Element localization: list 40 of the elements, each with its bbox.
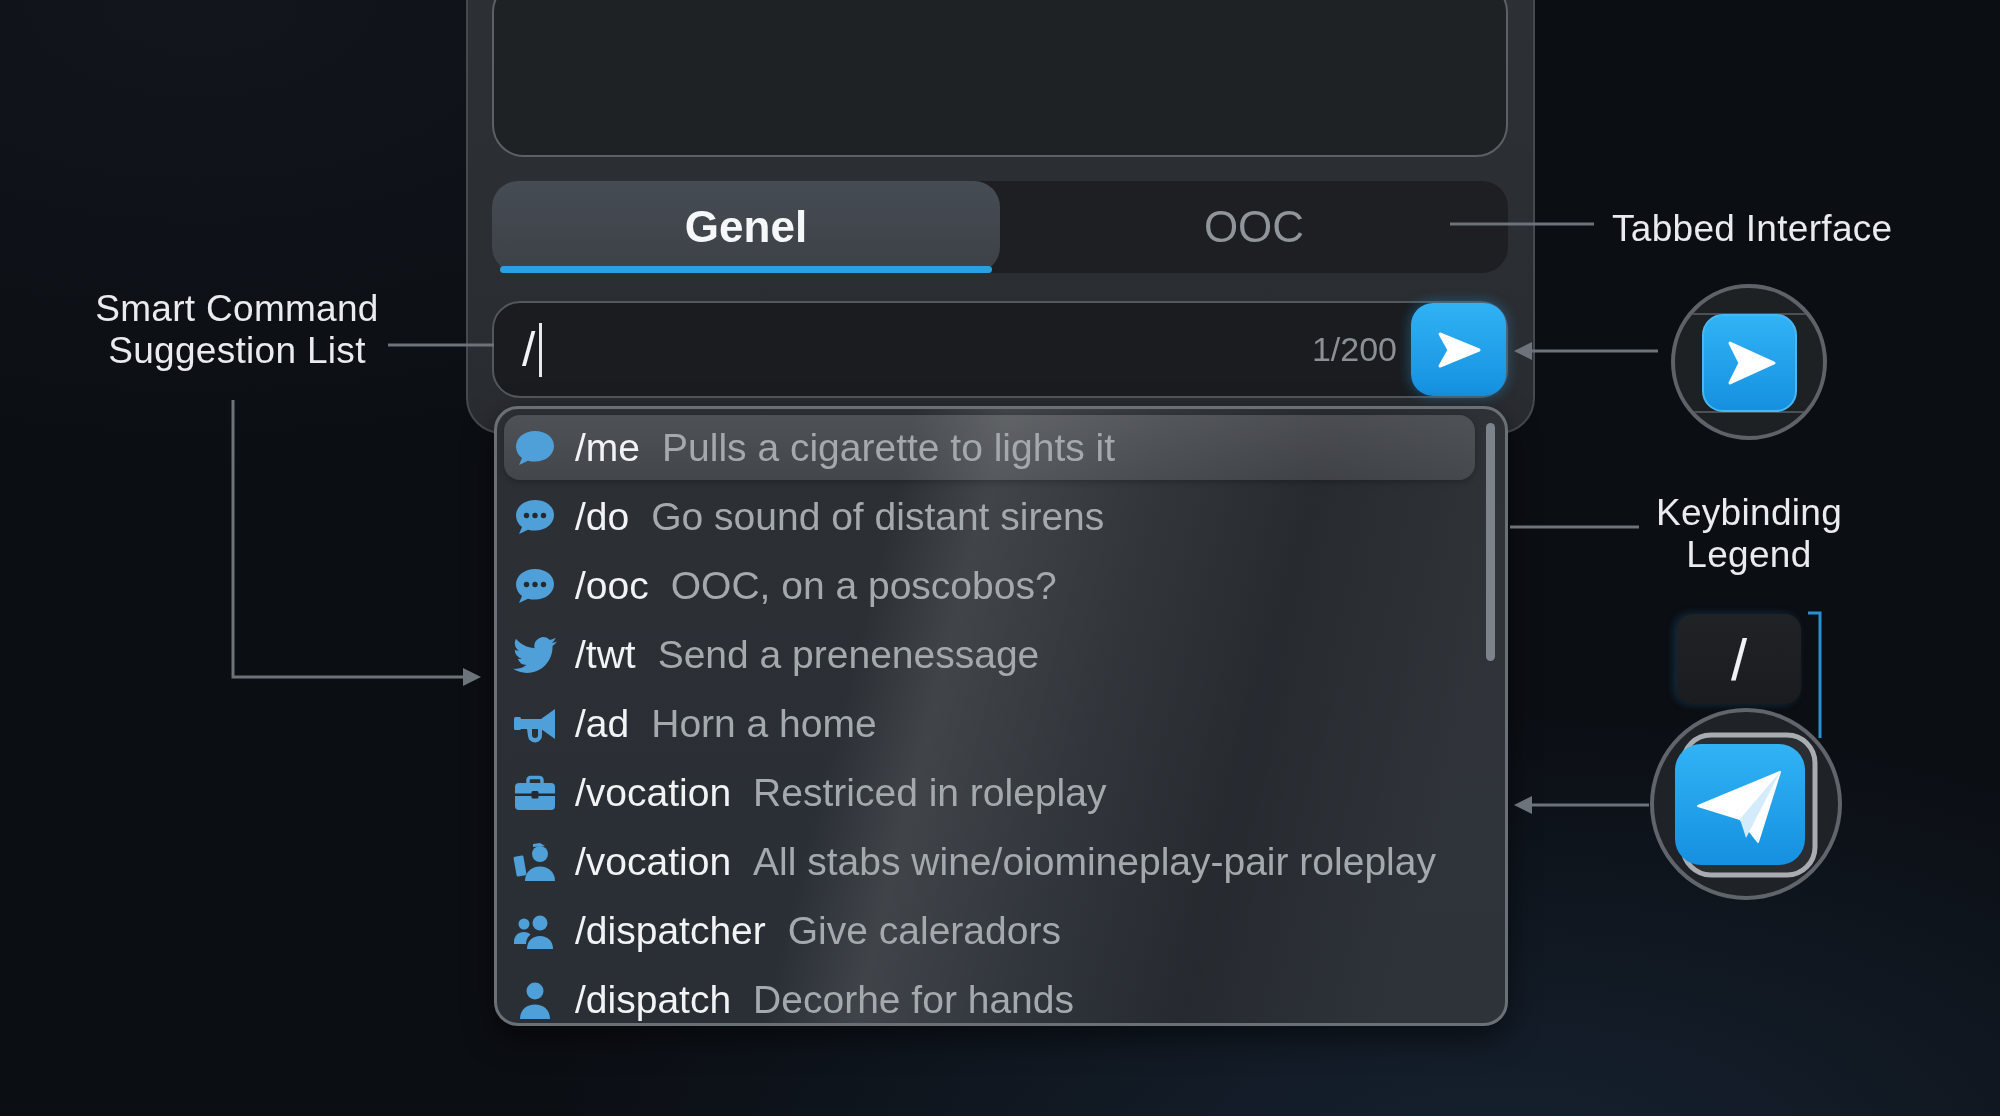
suggestion-item[interactable]: /vocation All stabs wine/oiomineplay-pair roleplay <box>504 829 1475 894</box>
suggestion-item[interactable]: /dispatcher Give caleradors <box>504 898 1475 963</box>
command-description: OOC, on a poscobos? <box>670 563 1057 608</box>
command-description: Pulls a cigarette to lights it <box>662 425 1116 470</box>
command-name: /ad <box>575 701 630 746</box>
command-name: /do <box>575 494 630 539</box>
callout-label: Tabbed Interface <box>1612 208 1894 250</box>
text-cursor-icon <box>539 322 543 377</box>
character-counter: 1/200 <box>1311 330 1397 369</box>
suggestion-item[interactable]: /ad Horn a home <box>504 691 1475 756</box>
command-description: All stabs wine/oiomineplay-pair roleplay <box>753 839 1436 884</box>
command-description: Decorhe for hands <box>753 977 1074 1022</box>
callout-label: Smart Command Suggestion List <box>94 288 380 372</box>
command-description: Give caleradors <box>787 908 1061 953</box>
message-input[interactable]: / <box>522 317 1312 382</box>
command-description: Send a prenenessage <box>657 632 1040 677</box>
suggestion-item[interactable]: /dispatch Decorhe for hands <box>504 967 1475 1023</box>
tab[interactable]: Genel <box>492 181 1000 273</box>
suggestion-item[interactable]: /vocation Restriced in roleplay <box>504 760 1475 825</box>
command-name: /twt <box>575 632 636 677</box>
suggestion-item[interactable]: /do Go sound of distant sirens <box>504 484 1475 549</box>
bird-icon <box>513 634 557 675</box>
scrollbar[interactable] <box>1486 423 1495 661</box>
tab[interactable]: OOC <box>1000 181 1508 273</box>
command-name: /vocation <box>575 770 732 815</box>
command-name: /me <box>575 425 640 470</box>
send-button[interactable] <box>1411 303 1506 396</box>
suggestion-item[interactable]: /ooc OOC, on a poscobos? <box>504 553 1475 618</box>
suggestion-item[interactable]: /twt Send a prenenessage <box>504 622 1475 687</box>
callout-label: Keybinding Legend <box>1654 492 1844 576</box>
keyboard-key: / <box>1677 614 1801 704</box>
command-name: /dispatch <box>575 977 732 1022</box>
person-clipboard-icon <box>513 841 557 882</box>
command-name: /ooc <box>575 563 649 608</box>
command-description: Go sound of distant sirens <box>651 494 1105 539</box>
command-description: Restriced in roleplay <box>753 770 1107 815</box>
command-name: /vocation <box>575 839 732 884</box>
suggestion-item[interactable]: /me Pulls a cigarette to lights it <box>504 415 1475 480</box>
command-name: /dispatcher <box>575 908 766 953</box>
command-description: Horn a home <box>651 701 877 746</box>
